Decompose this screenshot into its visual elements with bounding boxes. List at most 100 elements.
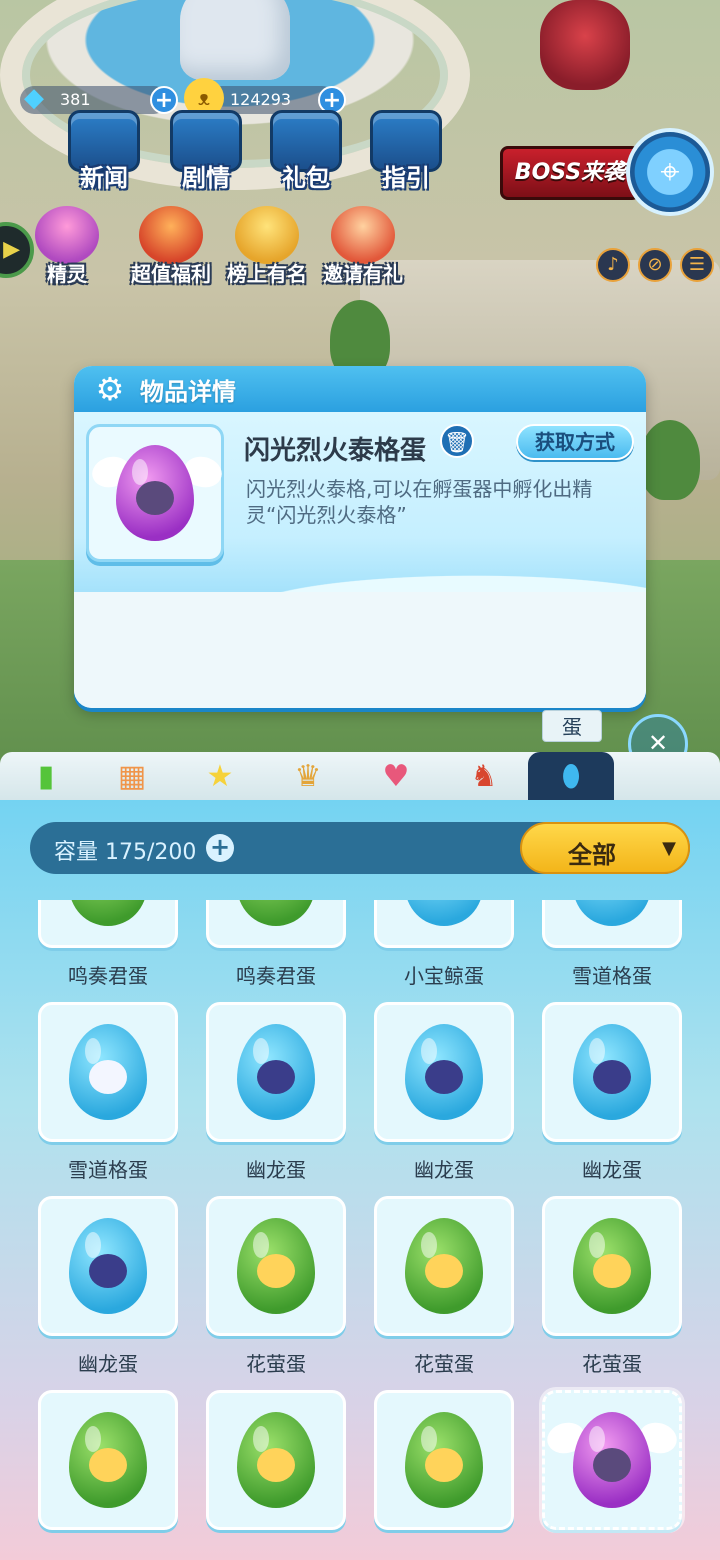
news-button[interactable]: 新闻 <box>56 110 152 193</box>
egg-icon <box>69 900 147 926</box>
item-slot[interactable]: 鸣奏君蛋 <box>38 900 178 989</box>
item-name-label: 花萤蛋 <box>246 1352 306 1376</box>
diamond-icon: ◆ <box>24 83 44 113</box>
egg-icon <box>237 1412 315 1508</box>
item-slot[interactable]: 幽龙蛋 <box>206 1002 346 1183</box>
map-button[interactable]: ⌖ <box>626 128 714 216</box>
item-card[interactable] <box>374 1390 514 1530</box>
item-grid: 鸣奏君蛋 鸣奏君蛋 小宝鲸蛋 雪道格蛋 雪道格蛋 幽龙蛋 幽龙蛋 幽龙蛋 幽龙蛋 花萤蛋 花萤蛋 花萤… <box>38 900 686 1560</box>
item-card[interactable] <box>206 1390 346 1530</box>
filter-selected-label: 全部 <box>568 841 616 869</box>
item-slot[interactable]: 雪道格蛋 <box>542 900 682 989</box>
spirit-event-button[interactable]: 精灵 <box>18 206 116 287</box>
discard-trash-icon[interactable]: 🗑 <box>440 424 474 458</box>
gift-pack-button[interactable]: 礼包 <box>258 110 354 193</box>
egg-icon <box>69 1024 147 1120</box>
item-name-label: 幽龙蛋 <box>582 1158 642 1182</box>
diamond-value: 381 <box>60 90 91 109</box>
item-name-label: 幽龙蛋 <box>414 1158 474 1182</box>
item-card[interactable] <box>38 900 178 948</box>
invite-button[interactable]: 邀请有礼 <box>314 206 412 287</box>
item-card[interactable] <box>542 1390 682 1530</box>
item-name: 闪光烈火泰格蛋 <box>244 436 427 466</box>
egg-creature-face <box>425 1254 463 1288</box>
item-detail-popup: ⚙ 物品详情 闪光烈火泰格蛋 🗑 获取方式 闪光烈火泰格,可以在孵蛋器中孵化出精… <box>74 366 646 708</box>
welfare-gift-icon <box>139 206 203 264</box>
tab-blocks[interactable]: ▦ <box>92 752 172 800</box>
item-slot[interactable] <box>206 1390 346 1542</box>
item-card[interactable] <box>38 1002 178 1142</box>
item-name-label: 鸣奏君蛋 <box>236 964 316 988</box>
menu-list-icon[interactable]: ☰ <box>680 248 714 282</box>
item-slot[interactable]: 幽龙蛋 <box>38 1196 178 1377</box>
egg-creature-face <box>136 481 174 515</box>
item-card[interactable] <box>374 900 514 948</box>
popup-body: 闪光烈火泰格蛋 🗑 获取方式 闪光烈火泰格,可以在孵蛋器中孵化出精灵“闪光烈火泰… <box>74 412 646 592</box>
item-slot[interactable] <box>38 1390 178 1542</box>
item-card[interactable] <box>374 1196 514 1336</box>
popup-title: 物品详情 <box>140 378 236 406</box>
fountain-statue <box>180 0 290 80</box>
story-button[interactable]: 剧情 <box>158 110 254 193</box>
item-slot[interactable]: 花萤蛋 <box>542 1196 682 1377</box>
welfare-button[interactable]: 超值福利 <box>122 206 220 287</box>
item-card[interactable] <box>38 1390 178 1530</box>
item-slot[interactable]: 幽龙蛋 <box>374 1002 514 1183</box>
boss-event-banner[interactable]: BOSS来袭 <box>500 146 640 200</box>
item-card[interactable] <box>542 900 682 948</box>
egg-creature-face <box>257 1448 295 1482</box>
egg-icon <box>237 1218 315 1314</box>
item-name-label: 雪道格蛋 <box>572 964 652 988</box>
tab-egg[interactable]: ⬮ <box>528 752 614 800</box>
expand-capacity-button[interactable]: + <box>206 834 234 862</box>
filter-dropdown[interactable]: 全部 ▼ <box>520 822 690 874</box>
tab-crown-box[interactable]: ♛ <box>268 752 348 800</box>
leaderboard-button[interactable]: 榜上有名 <box>218 206 316 287</box>
spirit-event-label: 精灵 <box>47 262 87 286</box>
item-slot[interactable]: 小宝鲸蛋 <box>374 900 514 989</box>
item-slot[interactable]: 鸣奏君蛋 <box>206 900 346 989</box>
acquire-method-button[interactable]: 获取方式 <box>516 424 634 460</box>
mute-music-icon[interactable]: ♪ <box>596 248 630 282</box>
egg-icon <box>69 1218 147 1314</box>
welfare-label: 超值福利 <box>131 262 211 286</box>
coin-value: 124293 <box>230 90 292 109</box>
egg-icon <box>573 1218 651 1314</box>
item-slot[interactable]: 雪道格蛋 <box>38 1002 178 1183</box>
invite-letter-icon <box>331 206 395 264</box>
item-card[interactable] <box>206 900 346 948</box>
item-card[interactable] <box>38 1196 178 1336</box>
crown-box-icon: ♛ <box>294 758 322 794</box>
item-card[interactable] <box>542 1002 682 1142</box>
item-card[interactable] <box>206 1002 346 1142</box>
guide-button[interactable]: 指引 <box>358 110 454 193</box>
egg-creature-face <box>257 1254 295 1288</box>
egg-creature-face <box>593 1060 631 1094</box>
item-slot[interactable]: 幽龙蛋 <box>542 1002 682 1183</box>
item-slot[interactable]: 花萤蛋 <box>206 1196 346 1377</box>
egg-creature-face <box>89 1254 127 1288</box>
news-label: 新闻 <box>80 164 128 192</box>
boss-creature <box>540 0 630 90</box>
tab-dress[interactable]: ♥ <box>356 752 436 800</box>
egg-icon <box>237 1024 315 1120</box>
item-slot[interactable]: 花萤蛋 <box>374 1196 514 1377</box>
item-card[interactable] <box>206 1196 346 1336</box>
capacity-text: 容量 175/200 <box>54 834 196 866</box>
tab-rocking-horse[interactable]: ♞ <box>444 752 524 800</box>
tab-star-wand[interactable]: ★ <box>180 752 260 800</box>
gift-pack-label: 礼包 <box>282 164 330 192</box>
egg-creature-face <box>257 1060 295 1094</box>
tab-battery[interactable]: ▮ <box>6 752 86 800</box>
item-slot[interactable] <box>542 1390 682 1542</box>
invite-label: 邀请有礼 <box>323 262 403 286</box>
egg-creature-face <box>593 1254 631 1288</box>
item-card[interactable] <box>374 1002 514 1142</box>
item-slot[interactable] <box>374 1390 514 1542</box>
item-card[interactable] <box>542 1196 682 1336</box>
capacity-value: 175/200 <box>105 840 197 865</box>
egg-icon <box>405 1412 483 1508</box>
mute-sound-icon[interactable]: ⊘ <box>638 248 672 282</box>
popup-header: ⚙ 物品详情 <box>74 366 646 412</box>
leaderboard-cup-icon <box>235 206 299 264</box>
